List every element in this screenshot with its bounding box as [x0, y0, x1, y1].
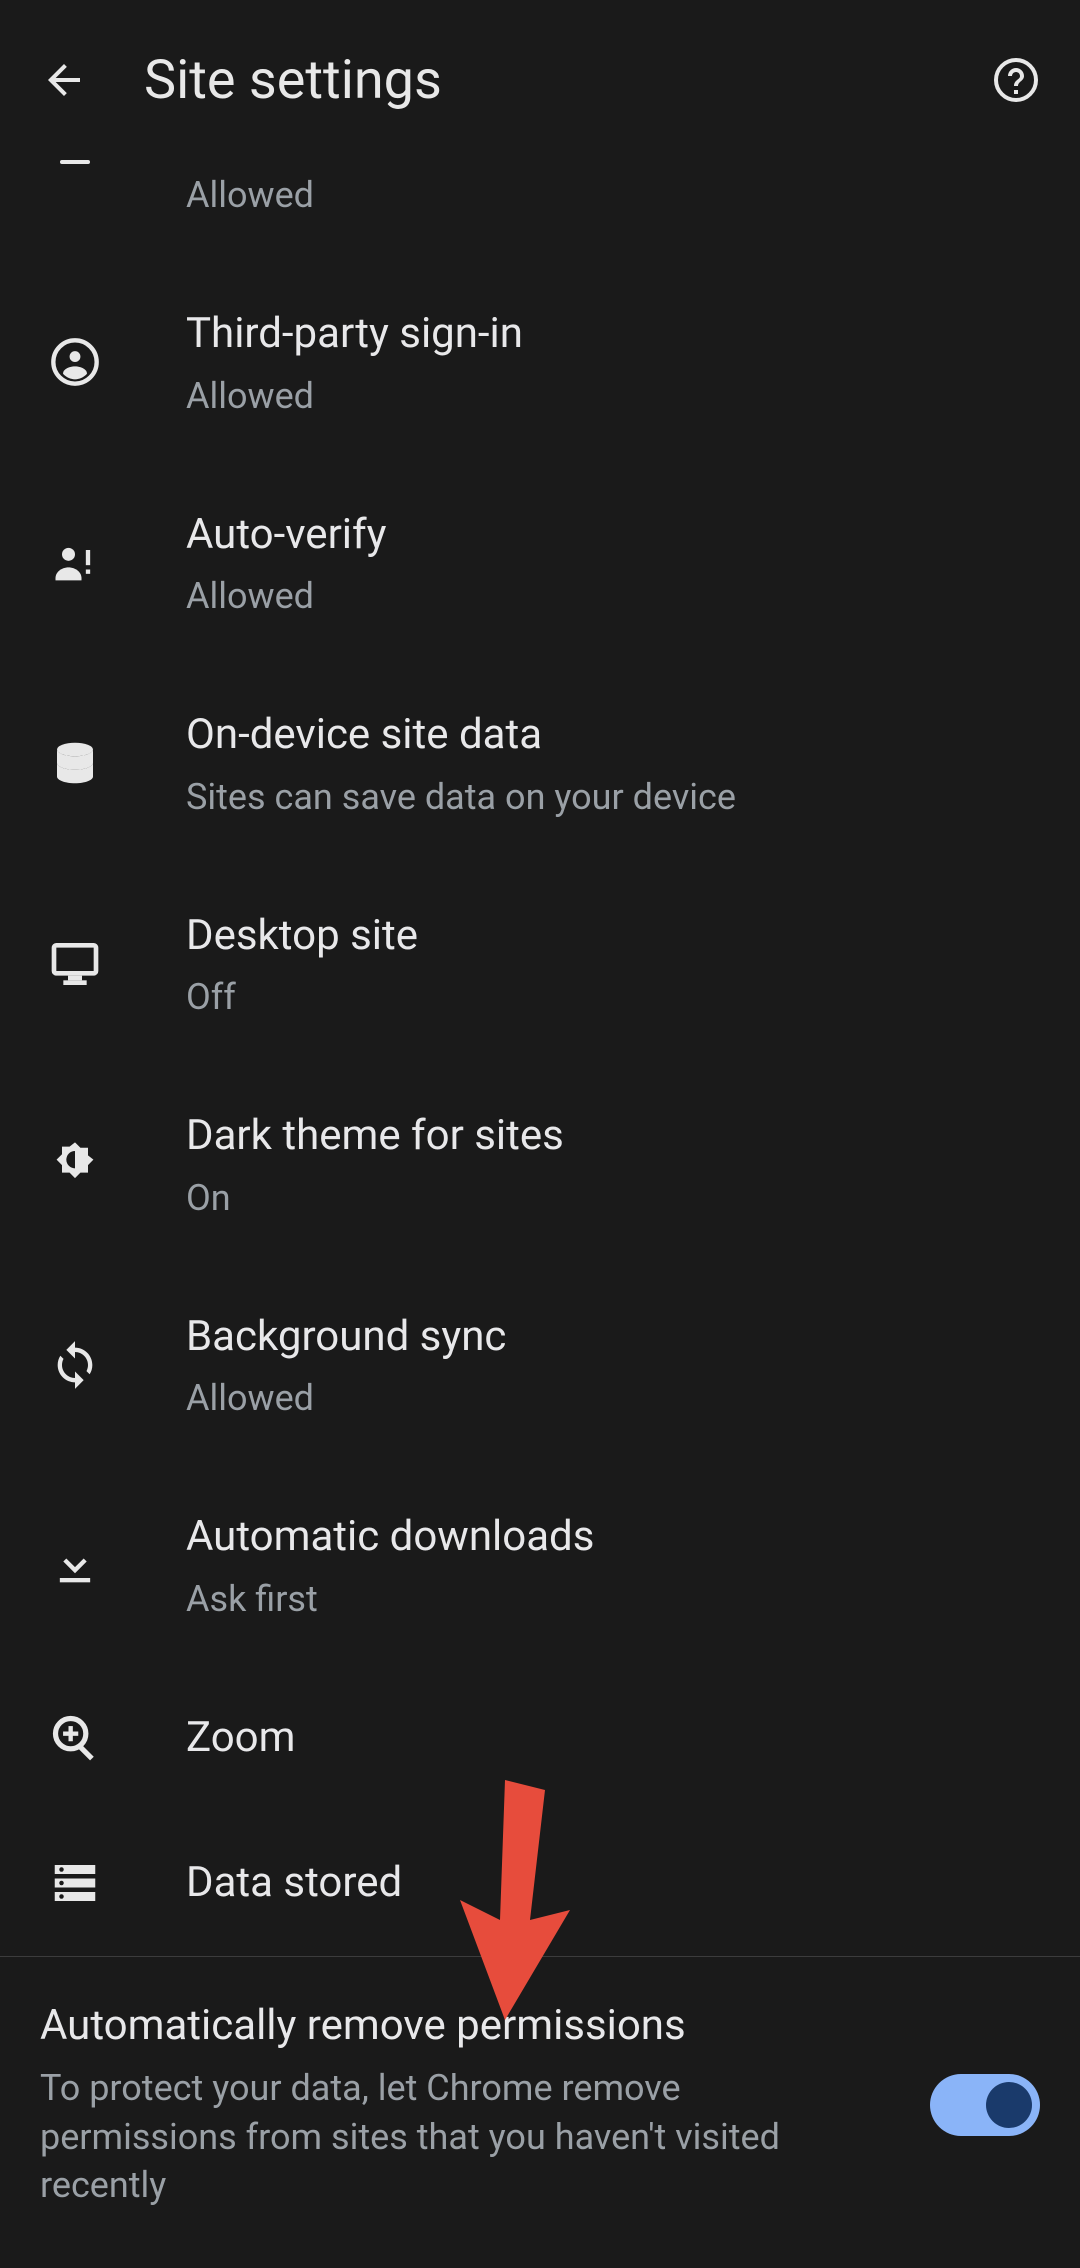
settings-row-partial[interactable]: Allowed [0, 160, 1080, 262]
download-icon [49, 1539, 101, 1591]
settings-row-sub: On [186, 1177, 564, 1219]
settings-row-third-party-sign-in[interactable]: Third-party sign-in Allowed [0, 262, 1080, 463]
settings-row-sub: Allowed [186, 1377, 506, 1419]
settings-row-sub: Off [186, 976, 418, 1018]
help-button[interactable] [992, 56, 1040, 104]
settings-row-auto-verify[interactable]: Auto-verify Allowed [0, 463, 1080, 664]
settings-row-background-sync[interactable]: Background sync Allowed [0, 1265, 1080, 1466]
settings-row-data-stored[interactable]: Data stored [0, 1810, 1080, 1956]
settings-row-dark-theme[interactable]: Dark theme for sites On [0, 1064, 1080, 1265]
help-icon [992, 55, 1040, 105]
settings-row-automatic-downloads[interactable]: Automatic downloads Ask first [0, 1465, 1080, 1666]
auto-remove-toggle[interactable] [930, 2074, 1040, 2136]
settings-row-label: Zoom [186, 1712, 295, 1765]
settings-row-sub: Sites can save data on your device [186, 776, 736, 818]
back-button[interactable] [40, 56, 88, 104]
brightness-icon [49, 1138, 101, 1190]
toggle-thumb-icon [986, 2082, 1032, 2128]
settings-row-label: Desktop site [186, 910, 418, 963]
settings-row-sub: Allowed [186, 575, 386, 617]
storage-icon [48, 1856, 102, 1910]
settings-row-label: Third-party sign-in [186, 308, 523, 361]
sync-icon [49, 1339, 101, 1391]
arrow-back-icon [40, 56, 88, 104]
settings-row-sub: Allowed [186, 375, 523, 417]
auto-remove-title: Automatically remove permissions [40, 2001, 890, 2050]
settings-row-sub: Ask first [186, 1578, 594, 1620]
dash-icon [60, 160, 90, 164]
desktop-icon [47, 936, 103, 992]
settings-row-label: Auto-verify [186, 509, 386, 562]
header-bar: Site settings [0, 0, 1080, 160]
settings-list: Allowed Third-party sign-in Allowed A [0, 160, 1080, 1956]
settings-row-label: Data stored [186, 1857, 402, 1910]
database-icon [48, 736, 102, 790]
auto-remove-sub: To protect your data, let Chrome remove … [40, 2064, 860, 2210]
settings-row-label: On-device site data [186, 709, 736, 762]
settings-row-label: Automatic downloads [186, 1511, 594, 1564]
account-circle-icon [49, 336, 101, 388]
auto-remove-permissions-row: Automatically remove permissions To prot… [0, 1957, 1080, 2254]
auto-verify-icon [49, 537, 101, 589]
settings-row-sub: Allowed [186, 174, 314, 216]
settings-row-label: Dark theme for sites [186, 1110, 564, 1163]
settings-row-label: Background sync [186, 1311, 506, 1364]
zoom-in-icon [49, 1712, 101, 1764]
settings-row-on-device-site-data[interactable]: On-device site data Sites can save data … [0, 663, 1080, 864]
settings-row-desktop-site[interactable]: Desktop site Off [0, 864, 1080, 1065]
settings-row-zoom[interactable]: Zoom [0, 1666, 1080, 1811]
page-title: Site settings [144, 49, 992, 112]
